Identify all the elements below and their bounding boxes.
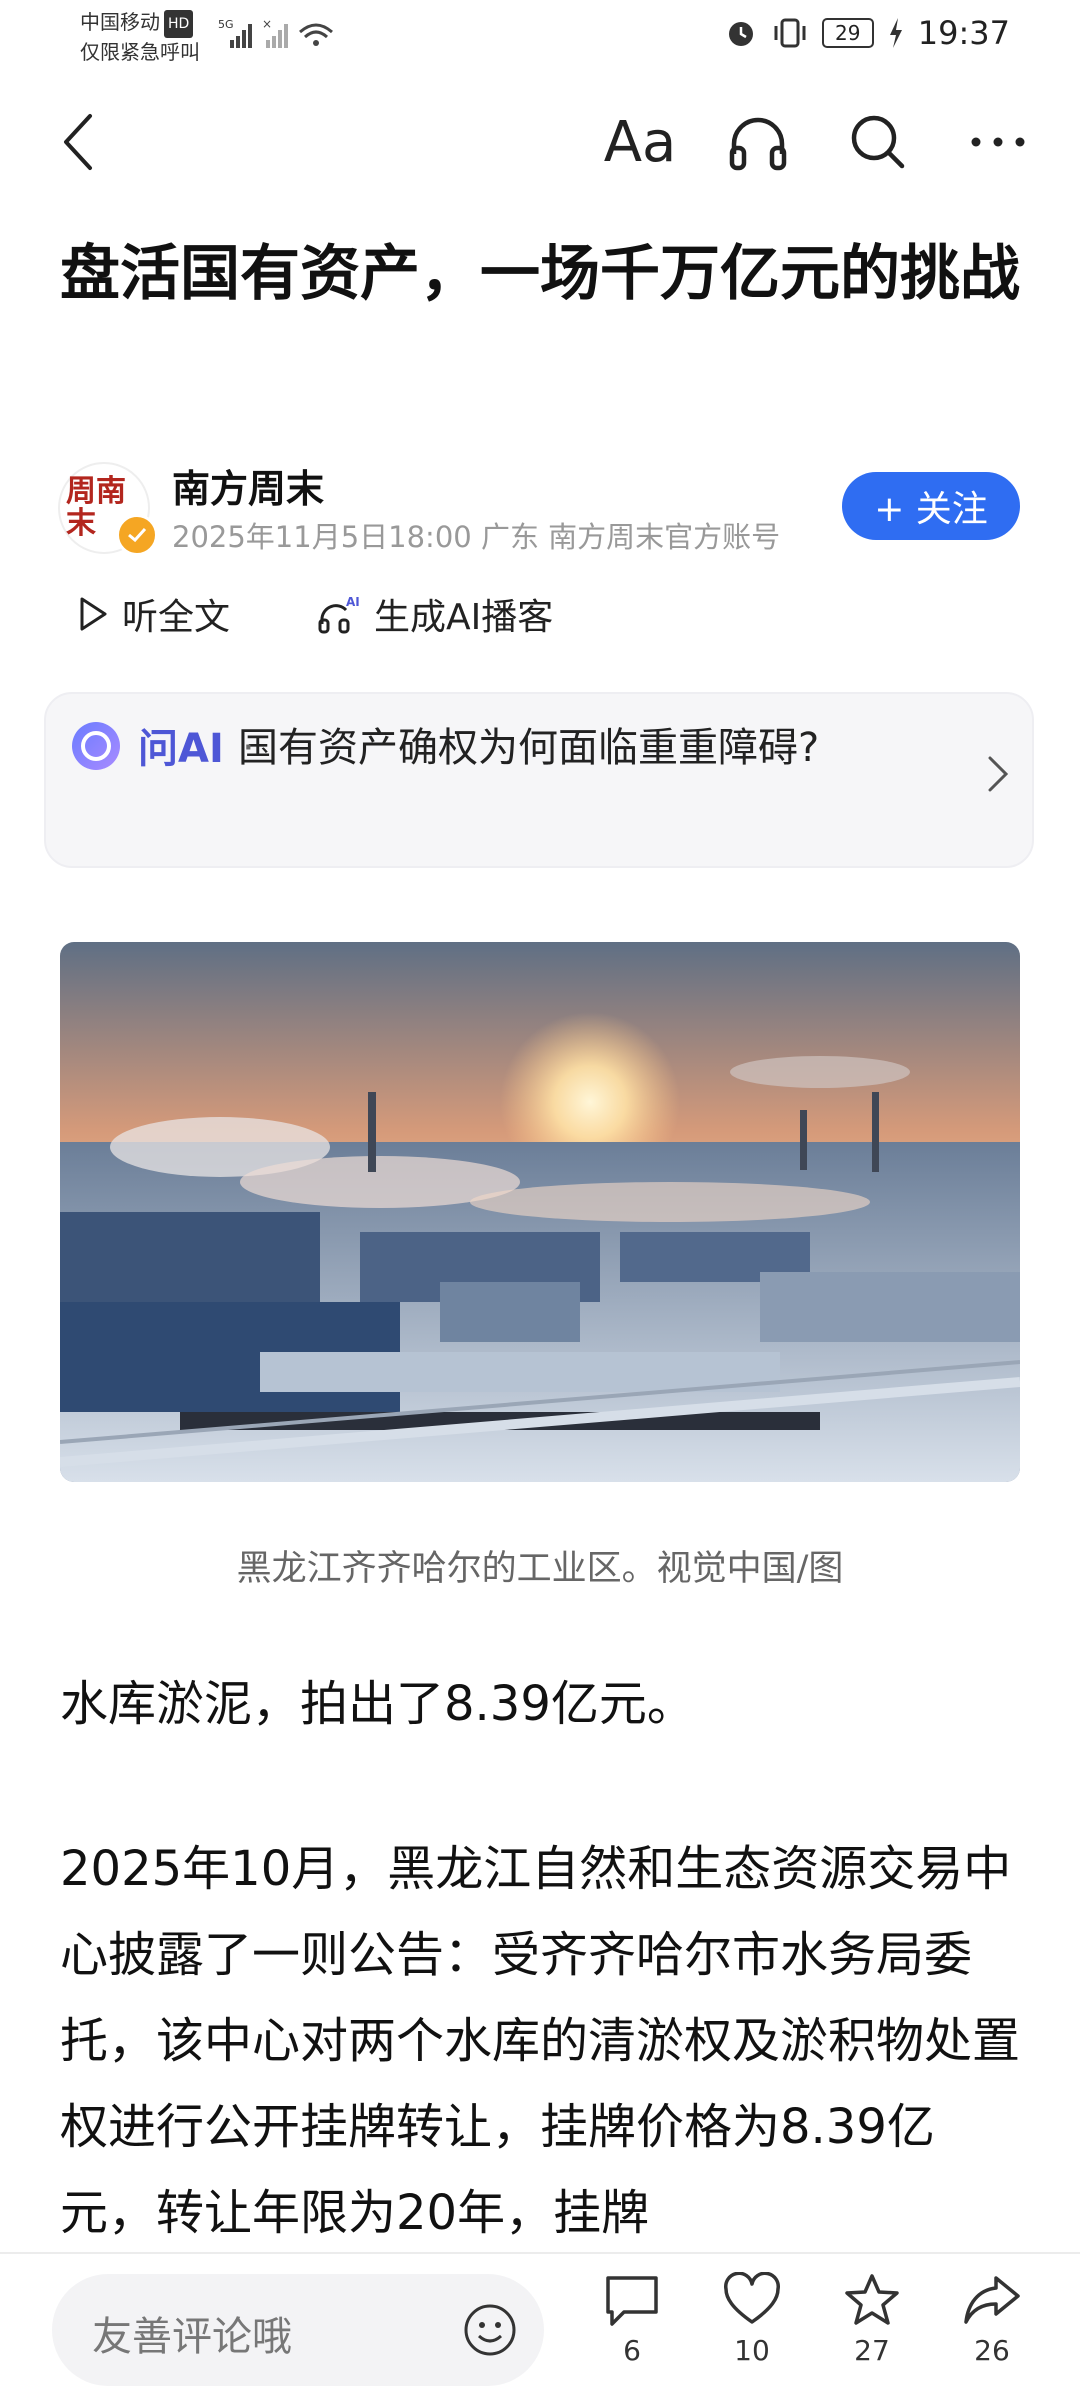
podcast-label: 生成AI播客 — [374, 597, 554, 638]
play-icon — [80, 597, 107, 631]
more-button[interactable] — [958, 92, 1038, 192]
article-title: 盘活国有资产，一场千万亿元的挑战 — [60, 239, 1020, 309]
ask-ai-card[interactable]: 国有资产确权为何面临重重障碍? 问AI · — [44, 692, 1034, 868]
more-icon — [971, 137, 1025, 147]
listen-label: 听全文 — [122, 597, 231, 638]
article-image[interactable] — [60, 942, 1020, 1482]
ai-logo-icon — [72, 722, 120, 770]
comment-icon — [606, 2276, 658, 2326]
verified-badge-icon — [116, 514, 158, 556]
like-count: 10 — [734, 2334, 770, 2367]
ai-label: 问AI — [138, 726, 224, 772]
share-button[interactable]: 26 — [942, 2272, 1042, 2367]
font-size-button[interactable]: Aa — [600, 92, 680, 192]
font-size-icon: Aa — [603, 109, 677, 175]
chevron-right-icon — [988, 756, 1009, 792]
star-icon — [845, 2274, 899, 2325]
headphones-icon — [729, 117, 787, 171]
vibrate-icon — [774, 18, 806, 48]
ai-question: 国有资产确权为何面临重重障碍? — [238, 725, 820, 771]
author-name[interactable]: 南方周末 — [172, 458, 324, 513]
signal-strength-icon: 5G × — [218, 17, 333, 48]
search-icon — [851, 115, 905, 169]
ai-headphones-icon: AI — [318, 595, 360, 634]
carrier-info: 中国移动 HD 仅限紧急呼叫 — [80, 8, 200, 66]
status-bar: 中国移动 HD 仅限紧急呼叫 5G × 29 19:37 — [0, 0, 1080, 78]
top-nav: Aa — [0, 92, 1080, 192]
charging-icon — [889, 18, 902, 48]
ai-badge: AI — [346, 595, 360, 609]
comment-input[interactable]: 友善评论哦 — [52, 2274, 544, 2386]
status-right: 29 19:37 — [724, 14, 1010, 52]
like-button[interactable]: 10 — [702, 2272, 802, 2367]
ai-separator: · — [242, 725, 255, 771]
share-count: 26 — [974, 2334, 1010, 2367]
favorite-button[interactable]: 27 — [822, 2272, 922, 2367]
industrial-sunset-photo — [60, 942, 1020, 1482]
search-button[interactable] — [838, 92, 918, 192]
favorite-count: 27 — [854, 2334, 890, 2367]
hd-badge: HD — [164, 9, 194, 38]
back-button[interactable] — [38, 92, 118, 192]
alarm-icon — [728, 22, 753, 46]
comment-button[interactable]: 6 — [582, 2272, 682, 2367]
ai-podcast-button[interactable]: AI 生成AI播客 — [318, 588, 553, 640]
signal-icons: 5G × — [218, 14, 358, 58]
emoji-button-icon[interactable] — [462, 2302, 518, 2358]
follow-button[interactable]: + 关注 — [842, 472, 1020, 540]
emergency-text: 仅限紧急呼叫 — [80, 39, 200, 64]
share-icon — [964, 2276, 1020, 2324]
battery-icon: 29 — [821, 18, 874, 48]
back-icon — [64, 114, 92, 170]
carrier-name: 中国移动 — [80, 10, 160, 34]
article-meta: 2025年11月5日18:00 广东 南方周末官方账号 — [172, 520, 781, 554]
comment-placeholder: 友善评论哦 — [92, 2314, 292, 2360]
author-avatar[interactable]: 周南末 — [58, 462, 158, 556]
comment-count: 6 — [623, 2334, 641, 2367]
listen-button[interactable] — [718, 92, 798, 192]
paragraph: 水库淤泥，拍出了8.39亿元。 — [60, 1676, 695, 1732]
paragraph: 2025年10月，黑龙江自然和生态资源交易中心披露了一则公告：受齐齐哈尔市水务局… — [60, 1841, 1021, 2241]
bottom-action-bar: 友善评论哦 6 10 27 26 — [0, 2252, 1080, 2402]
heart-icon — [724, 2272, 780, 2324]
clock: 19:37 — [917, 14, 1010, 52]
image-caption: 黑龙江齐齐哈尔的工业区。视觉中国/图 — [236, 1549, 844, 1589]
listen-full-button[interactable]: 听全文 — [78, 588, 230, 640]
network-type: 5G — [218, 18, 234, 31]
svg-text:×: × — [262, 17, 272, 31]
